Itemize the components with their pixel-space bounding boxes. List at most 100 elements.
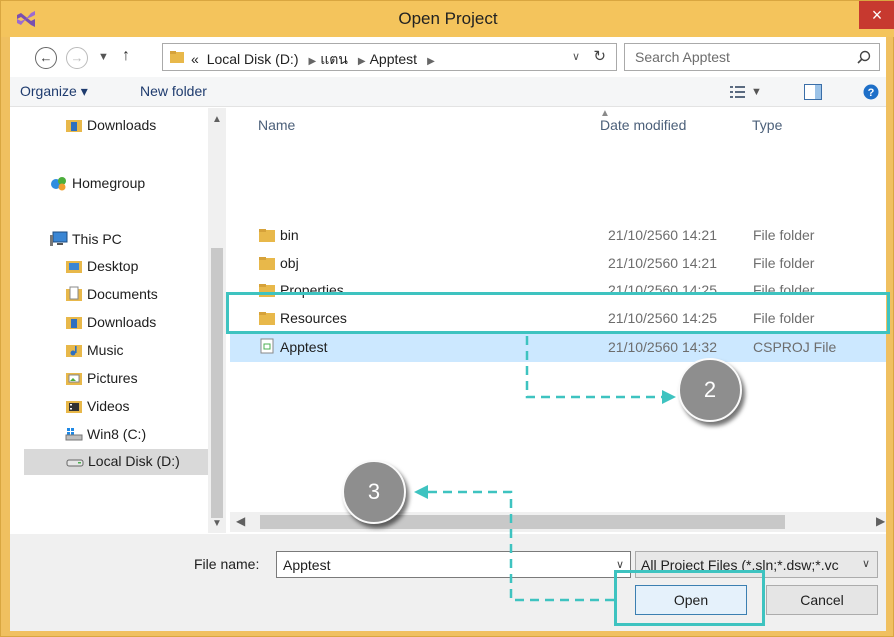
nav-item-music[interactable]: Music [65, 339, 205, 363]
back-arrow-icon: ← [39, 50, 53, 65]
file-row-bin[interactable]: bin 21/10/2560 14:21 File folder [230, 222, 886, 249]
breadcrumb: « Local Disk (D:) ▶ แตน ▶ Apptest ▶ [191, 49, 439, 71]
nav-item-label: Local Disk (D:) [88, 453, 180, 469]
nav-item-label: Videos [87, 398, 130, 414]
nav-item-label: Music [87, 342, 124, 358]
drive-icon [66, 459, 84, 467]
file-name: obj [280, 255, 299, 271]
nav-item-documents[interactable]: Documents [65, 283, 205, 307]
file-name: bin [280, 227, 299, 243]
close-icon: × [871, 5, 883, 25]
music-folder-icon [66, 345, 82, 357]
nav-item-downloads-favorite[interactable]: Downloads [65, 114, 205, 138]
column-headers: Name ▲ Date modified Type [230, 108, 886, 140]
scrollbar-thumb[interactable] [211, 248, 223, 518]
highlight-open-button [614, 570, 765, 626]
step-badge-2: 2 [678, 358, 742, 422]
pictures-folder-icon [66, 373, 82, 385]
downloads-folder-icon [66, 317, 82, 329]
address-dropdown-icon[interactable]: ∨ [572, 50, 580, 63]
nav-item-label: Downloads [87, 314, 157, 330]
file-name-input[interactable]: Apptest ∨ [276, 551, 631, 578]
scroll-up-icon[interactable]: ▲ [212, 114, 222, 125]
nav-item-homegroup[interactable]: Homegroup [50, 172, 205, 196]
desktop-folder-icon [66, 261, 82, 273]
file-type: CSPROJ File [753, 339, 837, 355]
system-drive-icon [65, 428, 83, 441]
file-name-value: Apptest [283, 557, 331, 573]
videos-folder-icon [66, 401, 82, 413]
nav-item-this-pc[interactable]: This PC [50, 228, 205, 252]
navigation-pane-scrollbar[interactable]: ▲ ▼ [208, 108, 226, 533]
file-date: 21/10/2560 14:21 [608, 255, 717, 271]
refresh-icon[interactable]: ↻ [593, 47, 606, 65]
new-folder-button[interactable]: New folder [140, 83, 207, 99]
file-row-obj[interactable]: obj 21/10/2560 14:21 File folder [230, 250, 886, 277]
nav-item-label: This PC [72, 231, 122, 247]
nav-item-videos[interactable]: Videos [65, 395, 205, 419]
column-header-date[interactable]: Date modified [600, 117, 686, 133]
search-icon[interactable] [857, 50, 871, 64]
nav-item-local-disk[interactable]: Local Disk (D:) [24, 449, 208, 475]
search-box[interactable]: Search Apptest [624, 43, 880, 71]
nav-item-label: Downloads [87, 117, 157, 133]
computer-icon [50, 231, 68, 246]
documents-folder-icon [66, 286, 82, 301]
breadcrumb-separator-icon[interactable]: ▶ [308, 56, 316, 67]
breadcrumb-local-disk[interactable]: Local Disk (D:) [207, 51, 299, 67]
file-row-apptest[interactable]: Apptest 21/10/2560 14:32 CSPROJ File [230, 332, 886, 362]
navigation-pane: Downloads Homegroup This PC Desktop Docu… [10, 108, 230, 533]
change-view-icon[interactable] [730, 85, 746, 99]
file-type: File folder [753, 255, 815, 271]
file-name-label: File name: [194, 556, 260, 572]
cancel-button[interactable]: Cancel [766, 585, 878, 615]
forward-button[interactable]: → [66, 47, 88, 69]
breadcrumb-overflow[interactable]: « [191, 51, 199, 67]
breadcrumb-apptest[interactable]: Apptest [370, 51, 417, 67]
chevron-down-icon[interactable]: ∨ [855, 552, 877, 577]
nav-item-label: Desktop [87, 258, 139, 274]
back-button[interactable]: ← [35, 47, 57, 69]
close-button[interactable]: × [859, 1, 894, 29]
step-badge-3: 3 [342, 460, 406, 524]
nav-item-label: Homegroup [72, 175, 146, 191]
file-date: 21/10/2560 14:32 [608, 339, 717, 355]
file-date: 21/10/2560 14:21 [608, 227, 717, 243]
svg-text:?: ? [868, 87, 875, 99]
help-icon[interactable]: ? [863, 84, 879, 100]
breadcrumb-separator-icon[interactable]: ▶ [358, 56, 366, 67]
folder-icon [259, 257, 275, 270]
column-header-name[interactable]: Name [258, 117, 295, 133]
address-bar[interactable]: « Local Disk (D:) ▶ แตน ▶ Apptest ▶ ∨ ↻ [162, 43, 617, 71]
nav-item-pictures[interactable]: Pictures [65, 367, 205, 391]
column-header-type[interactable]: Type [752, 117, 782, 133]
nav-item-desktop[interactable]: Desktop [65, 255, 205, 279]
up-arrow-icon[interactable]: ↑ [122, 47, 130, 65]
nav-item-label: Pictures [87, 370, 138, 386]
recent-locations-dropdown-icon[interactable]: ▼ [98, 51, 109, 63]
window-title: Open Project [398, 9, 498, 28]
scroll-down-icon[interactable]: ▼ [212, 518, 222, 529]
project-file-icon [260, 338, 274, 354]
homegroup-icon [51, 177, 66, 191]
nav-item-label: Documents [87, 286, 158, 302]
highlight-apptest-row [226, 292, 890, 334]
preview-pane-icon[interactable] [804, 84, 822, 100]
breadcrumb-separator-icon[interactable]: ▶ [427, 56, 435, 67]
downloads-folder-icon [66, 120, 82, 132]
scroll-right-icon[interactable]: ▶ [876, 514, 885, 528]
file-type: File folder [753, 227, 815, 243]
dialog-body: ← → ▼ ↑ « Local Disk (D:) ▶ แตน ▶ Apptest ▶ ∨… [10, 37, 886, 631]
folder-icon [259, 229, 275, 242]
scrollbar-thumb[interactable] [260, 515, 785, 529]
horizontal-scrollbar[interactable]: ◀ ▶ [230, 512, 886, 532]
title-bar[interactable]: Open Project × [1, 1, 894, 37]
view-dropdown-icon[interactable]: ▼ [751, 86, 762, 98]
breadcrumb-thai-folder[interactable]: แตน [320, 51, 348, 67]
nav-item-win8-drive[interactable]: Win8 (C:) [65, 423, 205, 447]
scroll-left-icon[interactable]: ◀ [236, 514, 245, 528]
forward-arrow-icon: → [70, 50, 84, 65]
search-placeholder: Search Apptest [635, 49, 730, 65]
nav-item-downloads[interactable]: Downloads [65, 311, 205, 335]
organize-button[interactable]: Organize ▾ [20, 83, 88, 100]
